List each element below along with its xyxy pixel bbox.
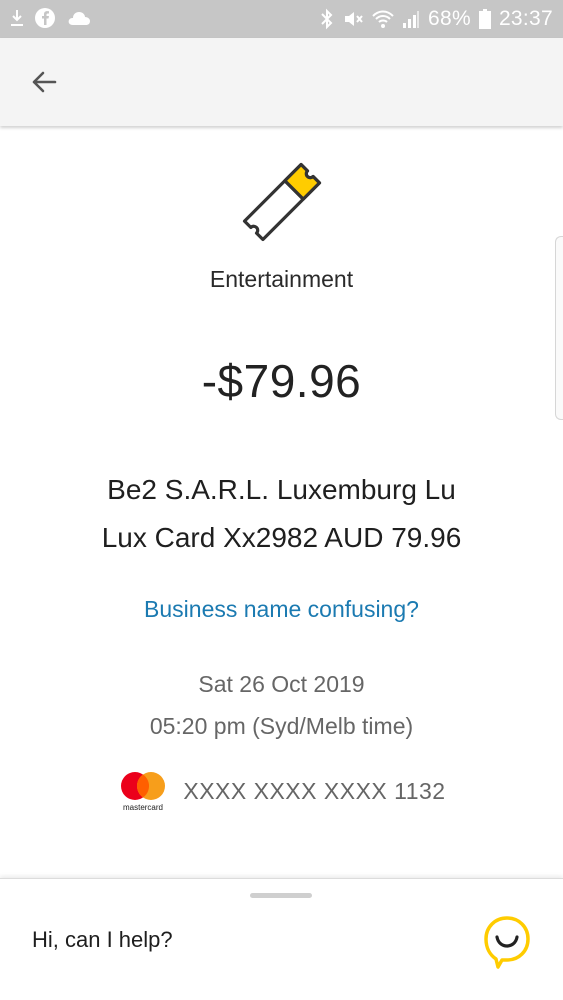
assistant-prompt[interactable]: Hi, can I help? <box>32 927 173 953</box>
mute-icon <box>345 12 363 26</box>
cloud-icon <box>68 12 90 25</box>
side-panel-handle[interactable] <box>555 236 563 420</box>
battery-percent: 68% <box>428 7 471 30</box>
battery-icon <box>478 9 491 29</box>
assistant-sheet[interactable]: Hi, can I help? <box>0 878 563 1000</box>
transaction-time: 05:20 pm (Syd/Melb time) <box>149 713 414 739</box>
bluetooth-icon <box>321 8 333 30</box>
mastercard-wordmark: mastercard <box>123 803 163 812</box>
mastercard-logo-icon: mastercard <box>121 772 166 812</box>
wifi-icon <box>372 10 394 28</box>
merchant-line-2: Lux Card Xx2982 AUD 79.96 <box>101 522 462 553</box>
status-right: 68% 23:37 <box>320 7 553 31</box>
download-icon <box>11 10 23 26</box>
transaction-detail: Entertainment -$79.96 Be2 S.A.R.L. Luxem… <box>0 126 563 878</box>
chat-assistant-icon[interactable] <box>482 915 532 969</box>
category-label: Entertainment <box>209 266 354 292</box>
card-number: XXXX XXXX XXXX 1132 <box>183 777 446 804</box>
merchant-line-1: Be2 S.A.R.L. Luxemburg Lu <box>107 474 456 505</box>
merchant-description: Be2 S.A.R.L. Luxemburg Lu Lux Card Xx298… <box>0 466 563 562</box>
status-left-icons <box>10 7 92 29</box>
card-info: mastercard XXXX XXXX XXXX 1132 <box>0 770 563 812</box>
arrow-left-icon <box>32 71 57 93</box>
business-name-confusing-link[interactable]: Business name confusing? <box>0 596 563 623</box>
transaction-date: Sat 26 Oct 2019 <box>198 671 365 697</box>
transaction-amount: -$79.96 <box>201 355 362 407</box>
status-bar: 68% 23:37 <box>0 0 563 38</box>
sheet-drag-handle[interactable] <box>250 893 312 898</box>
ticket-icon <box>242 162 322 242</box>
back-button[interactable] <box>22 60 66 104</box>
app-bar <box>0 38 563 126</box>
signal-icon <box>403 11 419 28</box>
facebook-icon <box>35 8 55 28</box>
clock: 23:37 <box>498 7 553 30</box>
